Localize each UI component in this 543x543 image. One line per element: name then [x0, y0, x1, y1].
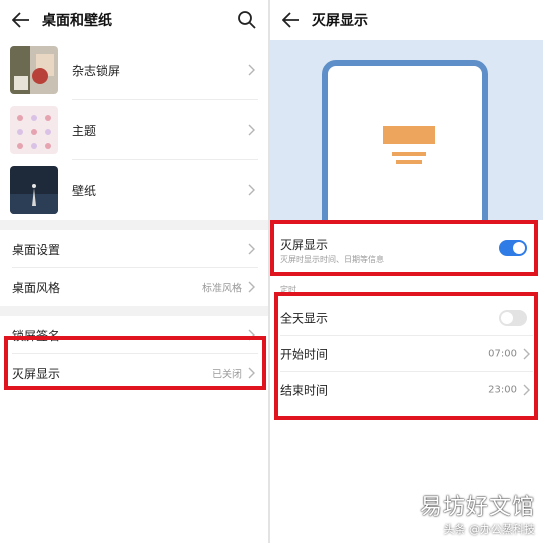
always-on-display-panel: 灭屏显示 灭屏显示 灭屏时显示时间、日期等信息 定时 全天显示 开始时间 07:… — [270, 0, 543, 543]
left-header: 桌面和壁纸 — [0, 0, 268, 40]
wallpaper-settings-panel: 桌面和壁纸 杂志锁屏 主题 壁纸 桌面设置 桌面风格 标准风格 锁屏签名 灭屏显… — [0, 0, 268, 543]
row-label: 全天显示 — [280, 311, 329, 326]
chevron-right-icon — [523, 348, 530, 360]
section-gap — [0, 220, 268, 230]
row-label: 开始时间 — [280, 347, 329, 362]
row-label: 结束时间 — [280, 383, 329, 398]
desktop-style-row[interactable]: 桌面风格 标准风格 — [0, 268, 268, 306]
section-label: 定时 — [280, 285, 296, 294]
phone-illustration — [322, 60, 488, 220]
aod-subtitle: 灭屏时显示时间、日期等信息 — [280, 255, 384, 264]
row-label: 桌面设置 — [12, 242, 61, 257]
back-arrow-icon[interactable] — [280, 9, 302, 31]
row-label: 杂志锁屏 — [72, 63, 121, 78]
back-arrow-icon[interactable] — [10, 9, 32, 31]
start-time-row[interactable]: 开始时间 07:00 — [270, 336, 543, 372]
always-on-display-row[interactable]: 灭屏显示 已关闭 — [0, 354, 268, 392]
chevron-right-icon — [248, 329, 255, 341]
desktop-settings-row[interactable]: 桌面设置 — [0, 230, 268, 268]
row-label: 壁纸 — [72, 183, 97, 198]
chevron-right-icon — [248, 243, 255, 255]
lockscreen-signature-row[interactable]: 锁屏签名 — [0, 316, 268, 354]
start-time-value: 07:00 — [488, 348, 517, 360]
page-title: 灭屏显示 — [312, 13, 368, 29]
right-header: 灭屏显示 — [270, 0, 543, 40]
end-time-value: 23:00 — [488, 384, 517, 396]
watermark-title: 易坊好文馆 — [419, 495, 535, 520]
magazine-lockscreen-row[interactable]: 杂志锁屏 — [0, 40, 268, 100]
all-day-toggle[interactable] — [499, 310, 527, 326]
aod-label: 灭屏显示 — [280, 238, 329, 252]
display-preview — [270, 40, 543, 220]
watermark: 易坊好文馆 头条 @办公蒸科技 — [420, 489, 535, 537]
wallpaper-row[interactable]: 壁纸 — [0, 160, 268, 220]
chevron-right-icon — [248, 184, 255, 196]
row-label: 主题 — [72, 123, 97, 138]
section-gap — [0, 306, 268, 316]
page-title: 桌面和壁纸 — [42, 13, 112, 29]
row-label: 桌面风格 — [12, 280, 61, 295]
chevron-right-icon — [523, 384, 530, 396]
theme-thumbnail — [10, 106, 58, 154]
row-value: 已关闭 — [212, 369, 242, 381]
clock-illustration — [383, 126, 435, 144]
wallpaper-thumbnail — [10, 166, 58, 214]
search-icon[interactable] — [236, 9, 258, 31]
chevron-right-icon — [248, 367, 255, 379]
end-time-row[interactable]: 结束时间 23:00 — [270, 372, 543, 408]
chevron-right-icon — [248, 124, 255, 136]
magazine-thumbnail — [10, 46, 58, 94]
row-label: 灭屏显示 — [12, 366, 61, 381]
chevron-right-icon — [248, 281, 255, 293]
all-day-row[interactable]: 全天显示 — [270, 300, 543, 336]
date-line-illustration — [392, 152, 426, 156]
aod-toggle[interactable] — [499, 240, 527, 256]
watermark-source: 头条 @办公蒸科技 — [443, 523, 536, 536]
theme-row[interactable]: 主题 — [0, 100, 268, 160]
info-line-illustration — [396, 160, 422, 164]
row-label: 锁屏签名 — [12, 328, 61, 343]
row-value: 标准风格 — [202, 283, 242, 295]
chevron-right-icon — [248, 64, 255, 76]
aod-toggle-row[interactable]: 灭屏显示 灭屏时显示时间、日期等信息 — [270, 222, 543, 272]
